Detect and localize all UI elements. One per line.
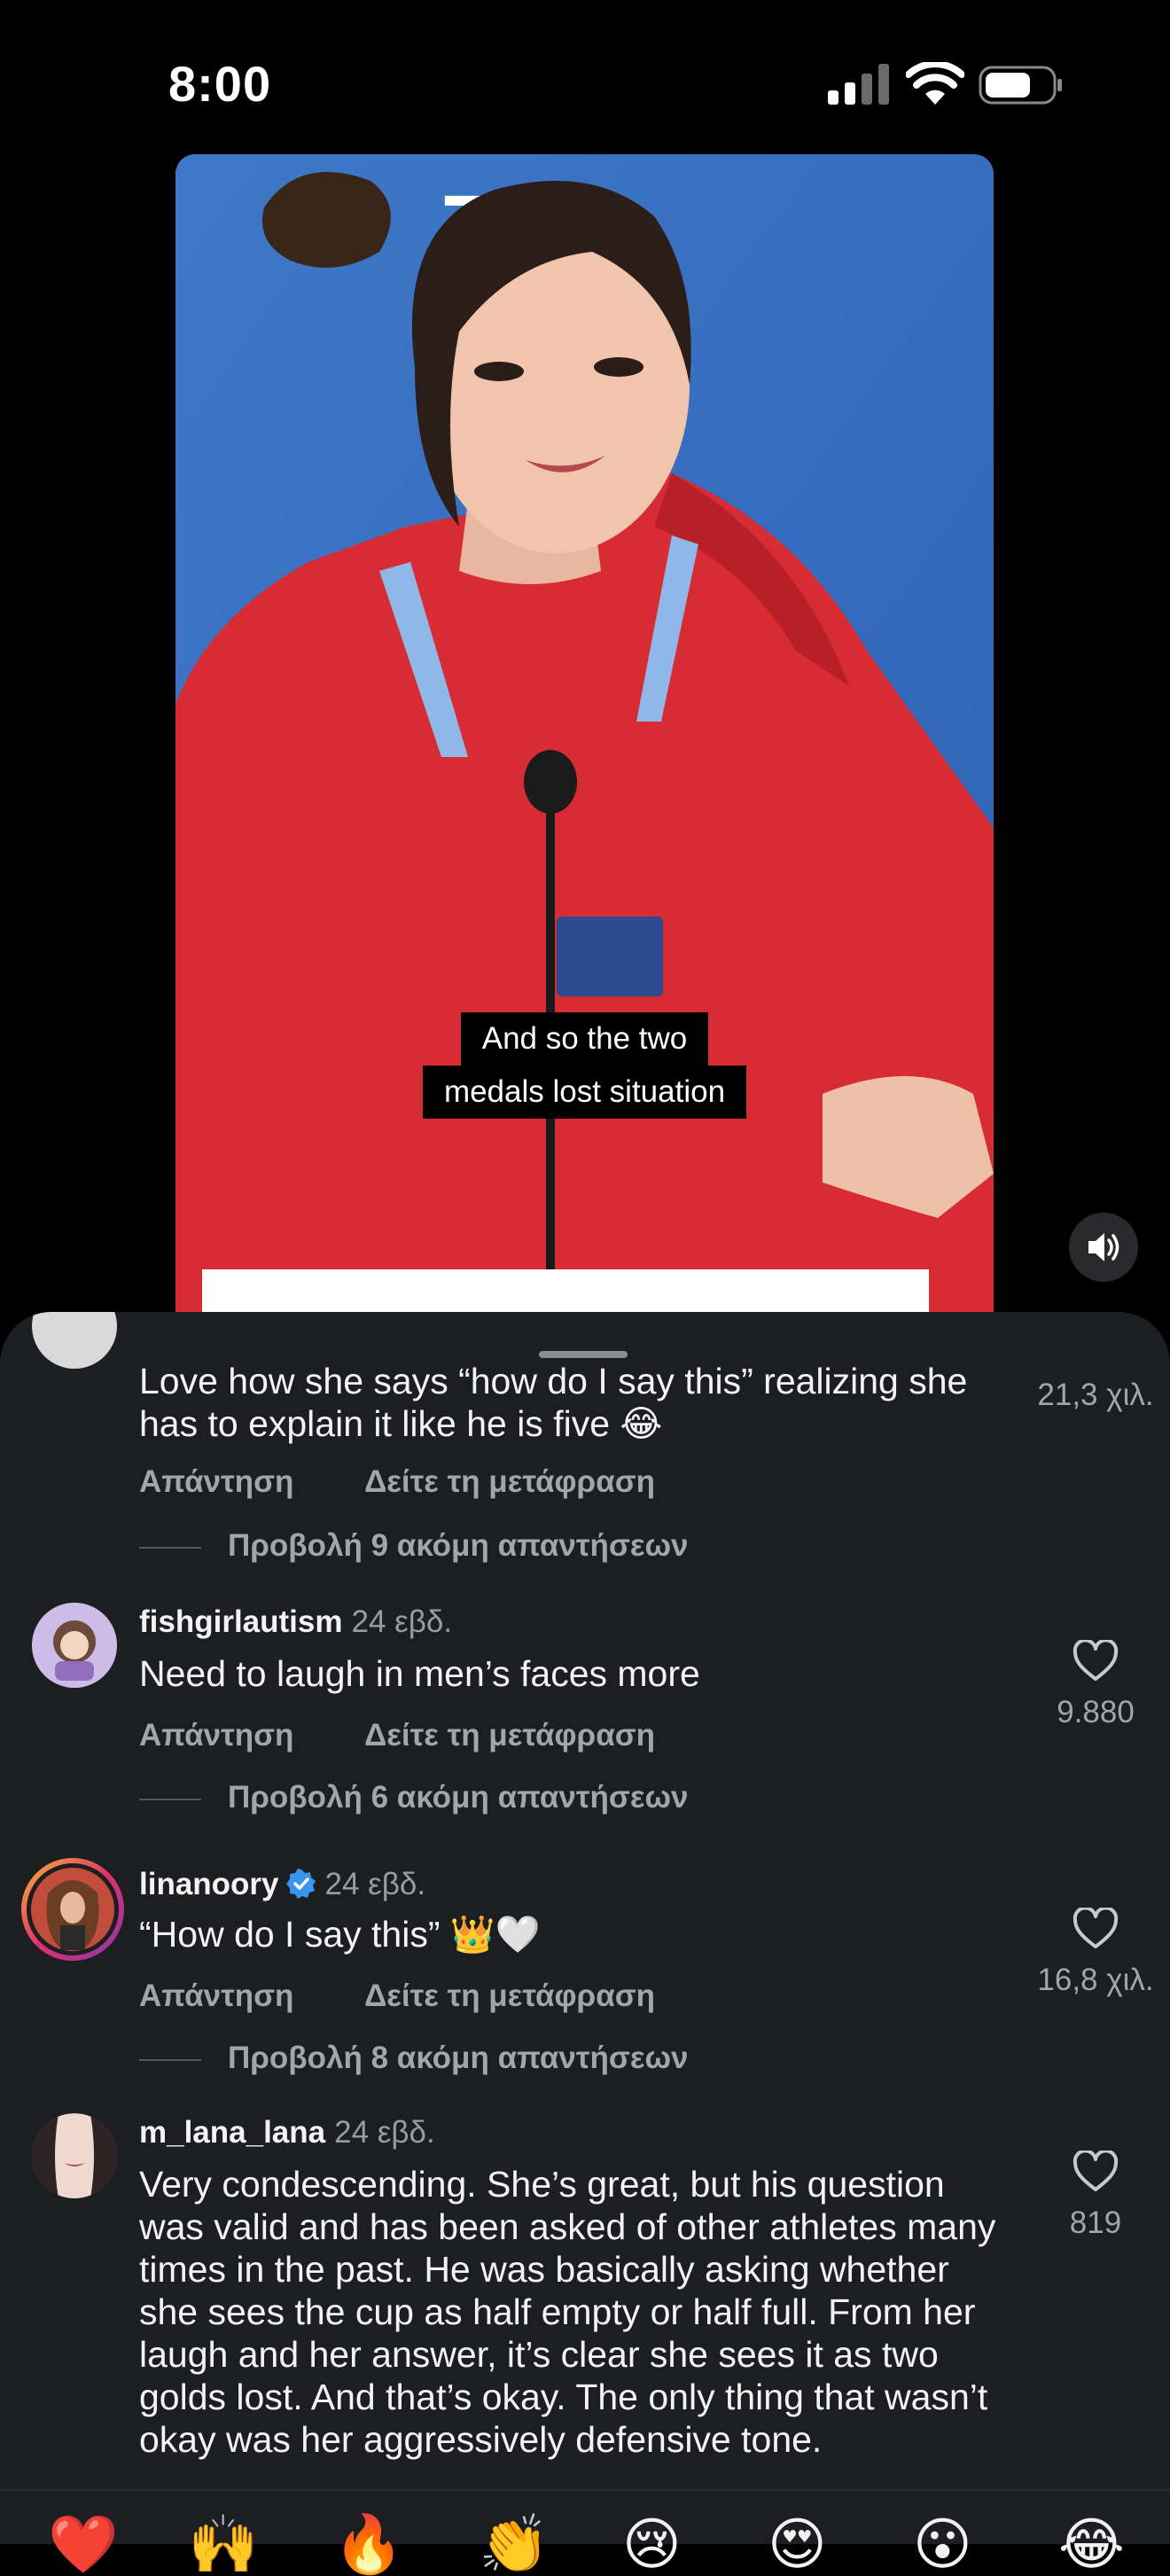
battery-icon	[979, 66, 1062, 105]
emoji-clap[interactable]: 👏	[479, 2516, 550, 2572]
comment-text: Love how she says “how do I say this” re…	[139, 1361, 968, 1444]
avatar[interactable]	[21, 1858, 124, 1961]
comment-time: 24 εβδ.	[324, 1867, 426, 1901]
like-count: 16,8 χιλ.	[1037, 1963, 1154, 1997]
comment-header: linanoory 24 εβδ.	[139, 1867, 425, 1902]
comment-text: Very condescending. She’s great, but his…	[139, 2164, 996, 2460]
like-button[interactable]: 16,8 χιλ.	[1025, 1908, 1166, 1998]
view-more-replies[interactable]: Προβολή 9 ακόμη απαντήσεων	[139, 1528, 688, 1564]
comment-actions: Απάντηση Δείτε τη μετάφραση	[139, 1718, 655, 1753]
comment-text: Need to laugh in men’s faces more	[139, 1653, 700, 1694]
speaker-icon	[1088, 1233, 1119, 1261]
caption-line-2: medals lost situation	[176, 1066, 994, 1119]
reply-button[interactable]: Απάντηση	[139, 1718, 293, 1752]
comment-text: “How do I say this” 👑🤍	[139, 1914, 541, 1955]
comment-time: 24 εβδ.	[334, 2115, 435, 2150]
see-translation-button[interactable]: Δείτε τη μετάφραση	[364, 1464, 655, 1499]
wifi-icon	[906, 62, 964, 105]
emoji-crying[interactable]: 😢	[622, 2516, 682, 2572]
like-count: 819	[1069, 2205, 1122, 2240]
like-button[interactable]: 21,3 χιλ.	[1025, 1365, 1166, 1413]
avatar-image	[32, 2113, 117, 2198]
heart-icon	[1072, 1640, 1119, 1681]
comments-sheet[interactable]: Love how she says “how do I say this” re…	[0, 1312, 1170, 2542]
username[interactable]: m_lana_lana	[139, 2115, 325, 2150]
avatar[interactable]	[32, 1312, 117, 1369]
emoji-raised-hands[interactable]: 🙌	[188, 2516, 259, 2572]
emoji-heart-eyes[interactable]: 😍	[768, 2516, 827, 2572]
see-translation-button[interactable]: Δείτε τη μετάφραση	[364, 1718, 655, 1752]
comment-header: fishgirlautism 24 εβδ.	[139, 1604, 452, 1640]
like-button[interactable]: 9.880	[1025, 1640, 1166, 1730]
emoji-quick-bar: ❤️ 🙌 🔥 👏 😢 😍 😮 😂	[0, 2489, 1170, 2572]
view-more-replies[interactable]: Προβολή 8 ακόμη απαντήσεων	[139, 2041, 688, 2076]
username[interactable]: linanoory	[139, 1867, 279, 1901]
emoji-heart[interactable]: ❤️	[48, 2516, 119, 2572]
like-count: 9.880	[1057, 1695, 1135, 1729]
comment-header: m_lana_lana 24 εβδ.	[139, 2115, 435, 2151]
comment-actions: Απάντηση Δείτε τη μετάφραση	[139, 1464, 655, 1500]
sheet-grabber[interactable]	[539, 1351, 628, 1358]
avatar[interactable]	[32, 1603, 117, 1688]
avatar[interactable]	[32, 2113, 117, 2198]
username[interactable]: fishgirlautism	[139, 1604, 342, 1639]
story-ring-avatar	[27, 1863, 119, 1955]
like-count: 21,3 χιλ.	[1037, 1378, 1154, 1412]
avatar-image	[32, 1603, 117, 1688]
video-frame: TCL	[176, 154, 994, 1312]
emoji-laughing[interactable]: 😂	[1058, 2516, 1125, 2572]
sound-toggle-button[interactable]	[1069, 1213, 1138, 1282]
comment-time: 24 εβδ.	[351, 1604, 453, 1639]
emoji-surprised[interactable]: 😮	[913, 2516, 972, 2572]
status-time: 8:00	[168, 56, 272, 112]
reply-button[interactable]: Απάντηση	[139, 1464, 293, 1499]
heart-icon	[1072, 2151, 1119, 2191]
video-player[interactable]: TCL And so the two medals lost situation	[176, 154, 994, 1312]
verified-badge-icon	[285, 1869, 316, 1899]
view-more-replies[interactable]: Προβολή 6 ακόμη απαντήσεων	[139, 1780, 688, 1815]
cellular-signal-icon	[828, 64, 889, 105]
reply-button[interactable]: Απάντηση	[139, 1979, 293, 2013]
caption-line-1: And so the two	[176, 1012, 994, 1066]
emoji-fire[interactable]: 🔥	[333, 2516, 404, 2572]
like-button[interactable]: 819	[1025, 2151, 1166, 2241]
status-bar: 8:00	[0, 0, 1170, 151]
comment-actions: Απάντηση Δείτε τη μετάφραση	[139, 1979, 655, 2014]
see-translation-button[interactable]: Δείτε τη μετάφραση	[364, 1979, 655, 2013]
heart-icon	[1072, 1908, 1119, 1948]
